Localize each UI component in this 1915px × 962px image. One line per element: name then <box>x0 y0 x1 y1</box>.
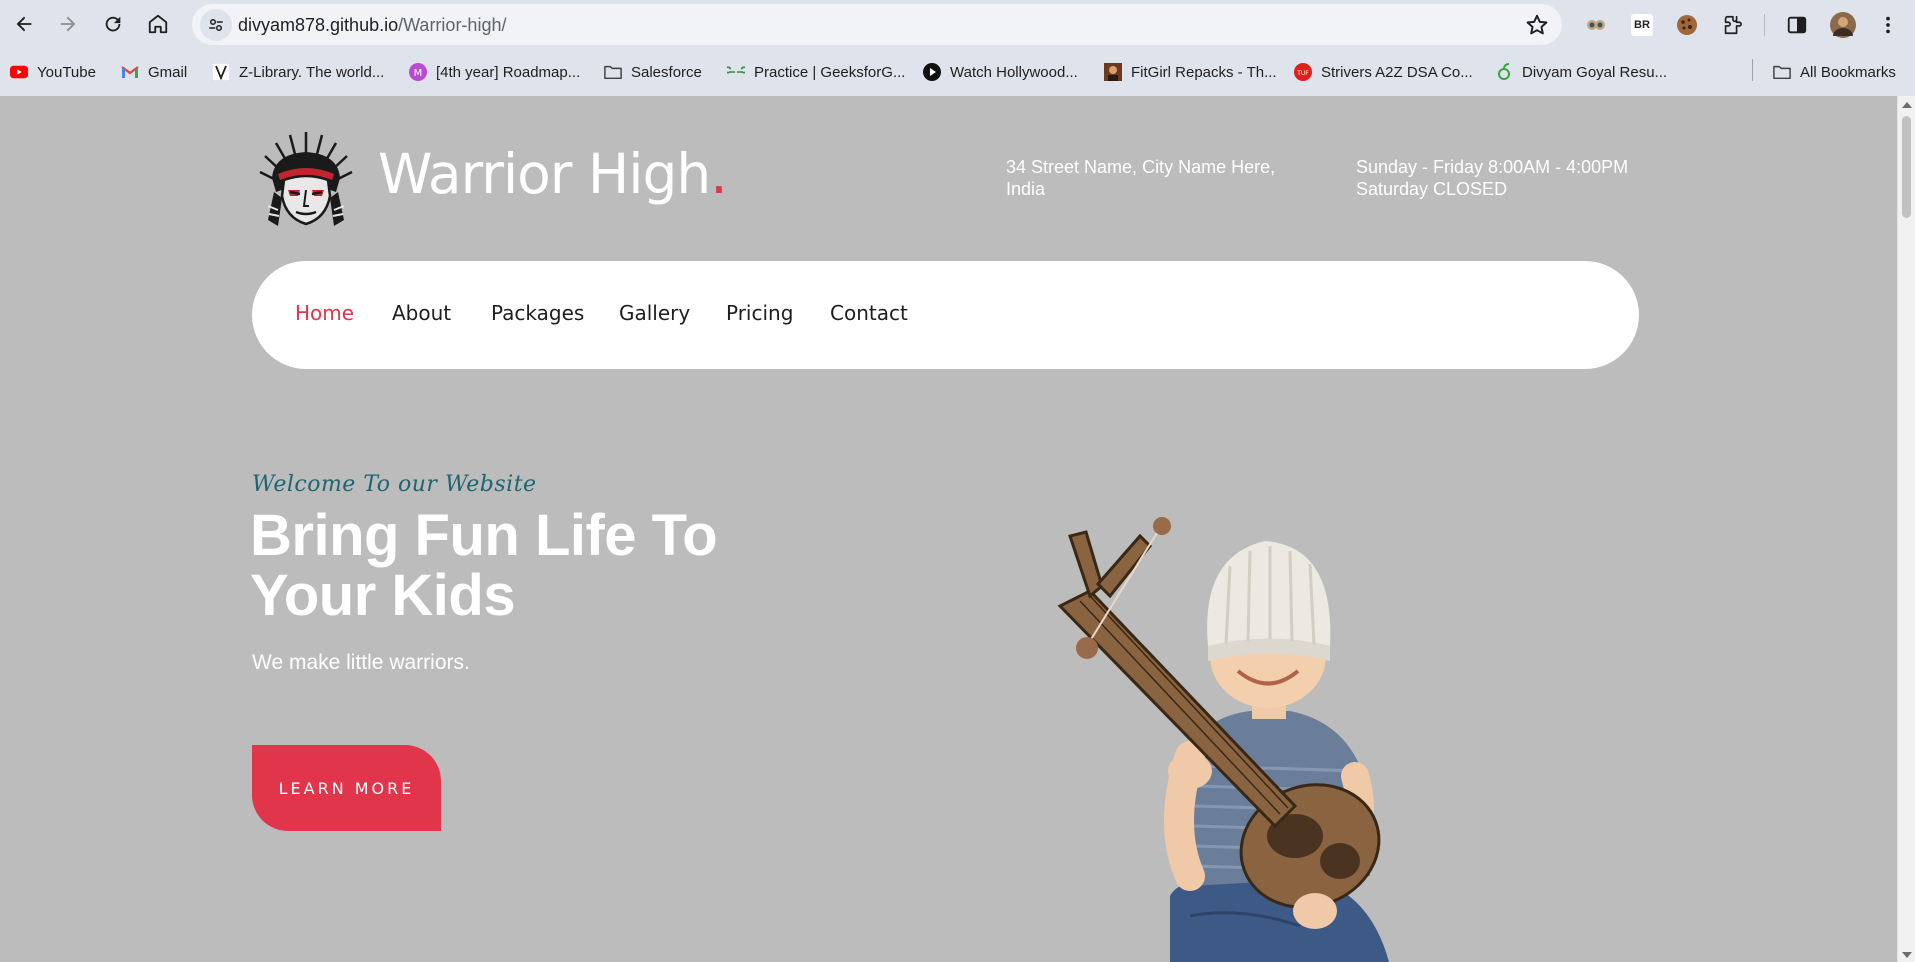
bookmark-resume[interactable]: Divyam Goyal Resu... <box>1495 60 1667 84</box>
warrior-headdress-logo[interactable] <box>254 126 358 230</box>
brand-name[interactable]: Warrior High. <box>378 142 728 206</box>
bookmark-label: FitGirl Repacks - Th... <box>1131 63 1277 81</box>
hours-line: Sunday - Friday 8:00AM - 4:00PM <box>1356 157 1629 177</box>
brand-dot: . <box>710 142 728 206</box>
folder-icon <box>604 63 622 81</box>
profile-avatar-icon[interactable] <box>1828 10 1858 40</box>
address-bar[interactable]: divyam878.github.io/Warrior-high/ <box>192 4 1562 45</box>
toolbar-separator <box>1764 14 1765 36</box>
bookmark-label: Watch Hollywood... <box>950 63 1078 81</box>
bookmark-label: Strivers A2Z DSA Co... <box>1321 63 1473 81</box>
bookmarks-bar: YouTube Gmail Z-Library. The world... M … <box>0 50 1915 96</box>
nav-packages[interactable]: Packages <box>491 301 584 325</box>
headline-line: Your Kids <box>250 563 516 628</box>
svg-text:M: M <box>414 68 423 79</box>
nav-about[interactable]: About <box>392 301 451 325</box>
bookmark-star-icon[interactable] <box>1524 12 1550 38</box>
gmail-icon <box>121 63 139 81</box>
bookmark-youtube[interactable]: YouTube <box>10 60 96 84</box>
youtube-icon <box>10 63 28 81</box>
forward-arrow-icon <box>60 16 76 32</box>
nav-gallery[interactable]: Gallery <box>619 301 690 325</box>
address-line: 34 Street Name, City Name Here, <box>1006 157 1276 177</box>
bookmark-label: Practice | GeeksforG... <box>754 63 906 81</box>
main-navbar: Home About Packages Gallery Pricing Cont… <box>252 261 1639 369</box>
fitgirl-icon <box>1104 63 1122 81</box>
bookmark-roadmap[interactable]: M [4th year] Roadmap... <box>409 60 580 84</box>
scroll-down-arrow-icon[interactable] <box>1902 952 1912 958</box>
extension-eyes-icon[interactable] <box>1581 10 1611 40</box>
bookmark-zlibrary[interactable]: Z-Library. The world... <box>212 60 384 84</box>
learn-more-button[interactable]: LEARN MORE <box>252 745 441 831</box>
bookmark-label: Divyam Goyal Resu... <box>1522 63 1668 81</box>
back-button[interactable] <box>6 6 42 42</box>
bookmark-label: YouTube <box>37 63 96 81</box>
play-icon <box>923 63 941 81</box>
nav-home[interactable]: Home <box>295 301 354 325</box>
nav-contact[interactable]: Contact <box>830 301 908 325</box>
scrollbar-thumb[interactable] <box>1902 116 1911 218</box>
nav-pricing[interactable]: Pricing <box>726 301 793 325</box>
reload-icon <box>105 16 121 32</box>
svg-text:TUF: TUF <box>1296 70 1309 77</box>
folder-icon <box>1773 63 1791 81</box>
bookmark-label: [4th year] Roadmap... <box>436 63 581 81</box>
home-icon <box>148 14 168 34</box>
address-line: India <box>1006 179 1046 199</box>
bookmark-label: All Bookmarks <box>1800 63 1896 81</box>
hero-headline: Bring Fun Life To Your Kids <box>250 506 810 626</box>
reload-button[interactable] <box>95 6 131 42</box>
extensions-puzzle-icon[interactable] <box>1717 10 1747 40</box>
headline-line: Bring Fun Life To <box>250 503 718 568</box>
bookmark-label: Salesforce <box>631 63 702 81</box>
takeuforward-icon: TUF <box>1294 63 1312 81</box>
address-block: 34 Street Name, City Name Here, India <box>1006 156 1306 200</box>
forward-button[interactable] <box>50 6 86 42</box>
bookmark-fitgirl[interactable]: FitGirl Repacks - Th... <box>1104 60 1277 84</box>
browser-toolbar: divyam878.github.io/Warrior-high/ BR <box>0 0 1915 50</box>
page-scrollbar[interactable] <box>1897 96 1915 962</box>
hours-line: Saturday CLOSED <box>1356 179 1508 199</box>
all-bookmarks-folder[interactable]: All Bookmarks <box>1773 60 1896 84</box>
bookmark-strivers[interactable]: TUF Strivers A2Z DSA Co... <box>1294 60 1473 84</box>
bookmark-salesforce-folder[interactable]: Salesforce <box>604 60 702 84</box>
site-info-button[interactable] <box>200 9 232 41</box>
scroll-up-arrow-icon[interactable] <box>1902 102 1912 108</box>
br-badge: BR <box>1631 14 1653 36</box>
url-path: /Warrior-high/ <box>398 15 507 35</box>
tune-icon <box>209 19 223 31</box>
extension-br-icon[interactable]: BR <box>1627 10 1657 40</box>
zlibrary-icon <box>212 63 230 81</box>
roadmap-icon: M <box>409 63 427 81</box>
bookmark-label: Z-Library. The world... <box>239 63 385 81</box>
bookmark-label: Gmail <box>148 63 188 81</box>
welcome-subtitle: Welcome To our Website <box>252 472 537 497</box>
home-button[interactable] <box>140 6 176 42</box>
browser-menu-icon[interactable] <box>1873 10 1903 40</box>
side-panel-icon[interactable] <box>1782 10 1812 40</box>
page-viewport: Warrior High. 34 Street Name, City Name … <box>0 96 1915 962</box>
hero-tagline: We make little warriors. <box>252 651 470 674</box>
url-text[interactable]: divyam878.github.io/Warrior-high/ <box>238 15 506 36</box>
bookmarks-separator <box>1752 59 1753 81</box>
bookmark-watch-hollywood[interactable]: Watch Hollywood... <box>923 60 1078 84</box>
hero-kid-with-guitar-image <box>1057 517 1389 962</box>
url-host: divyam878.github.io <box>238 15 399 35</box>
bookmark-gmail[interactable]: Gmail <box>121 60 187 84</box>
back-arrow-icon <box>16 16 32 32</box>
geeksforgeeks-icon <box>727 63 745 81</box>
opening-hours: Sunday - Friday 8:00AM - 4:00PM Saturday… <box>1356 156 1676 200</box>
bookmark-geeksforgeeks[interactable]: Practice | GeeksforG... <box>727 60 905 84</box>
brand-text: Warrior High <box>378 142 711 206</box>
extension-cookie-icon[interactable] <box>1672 10 1702 40</box>
resume-icon <box>1495 63 1513 81</box>
